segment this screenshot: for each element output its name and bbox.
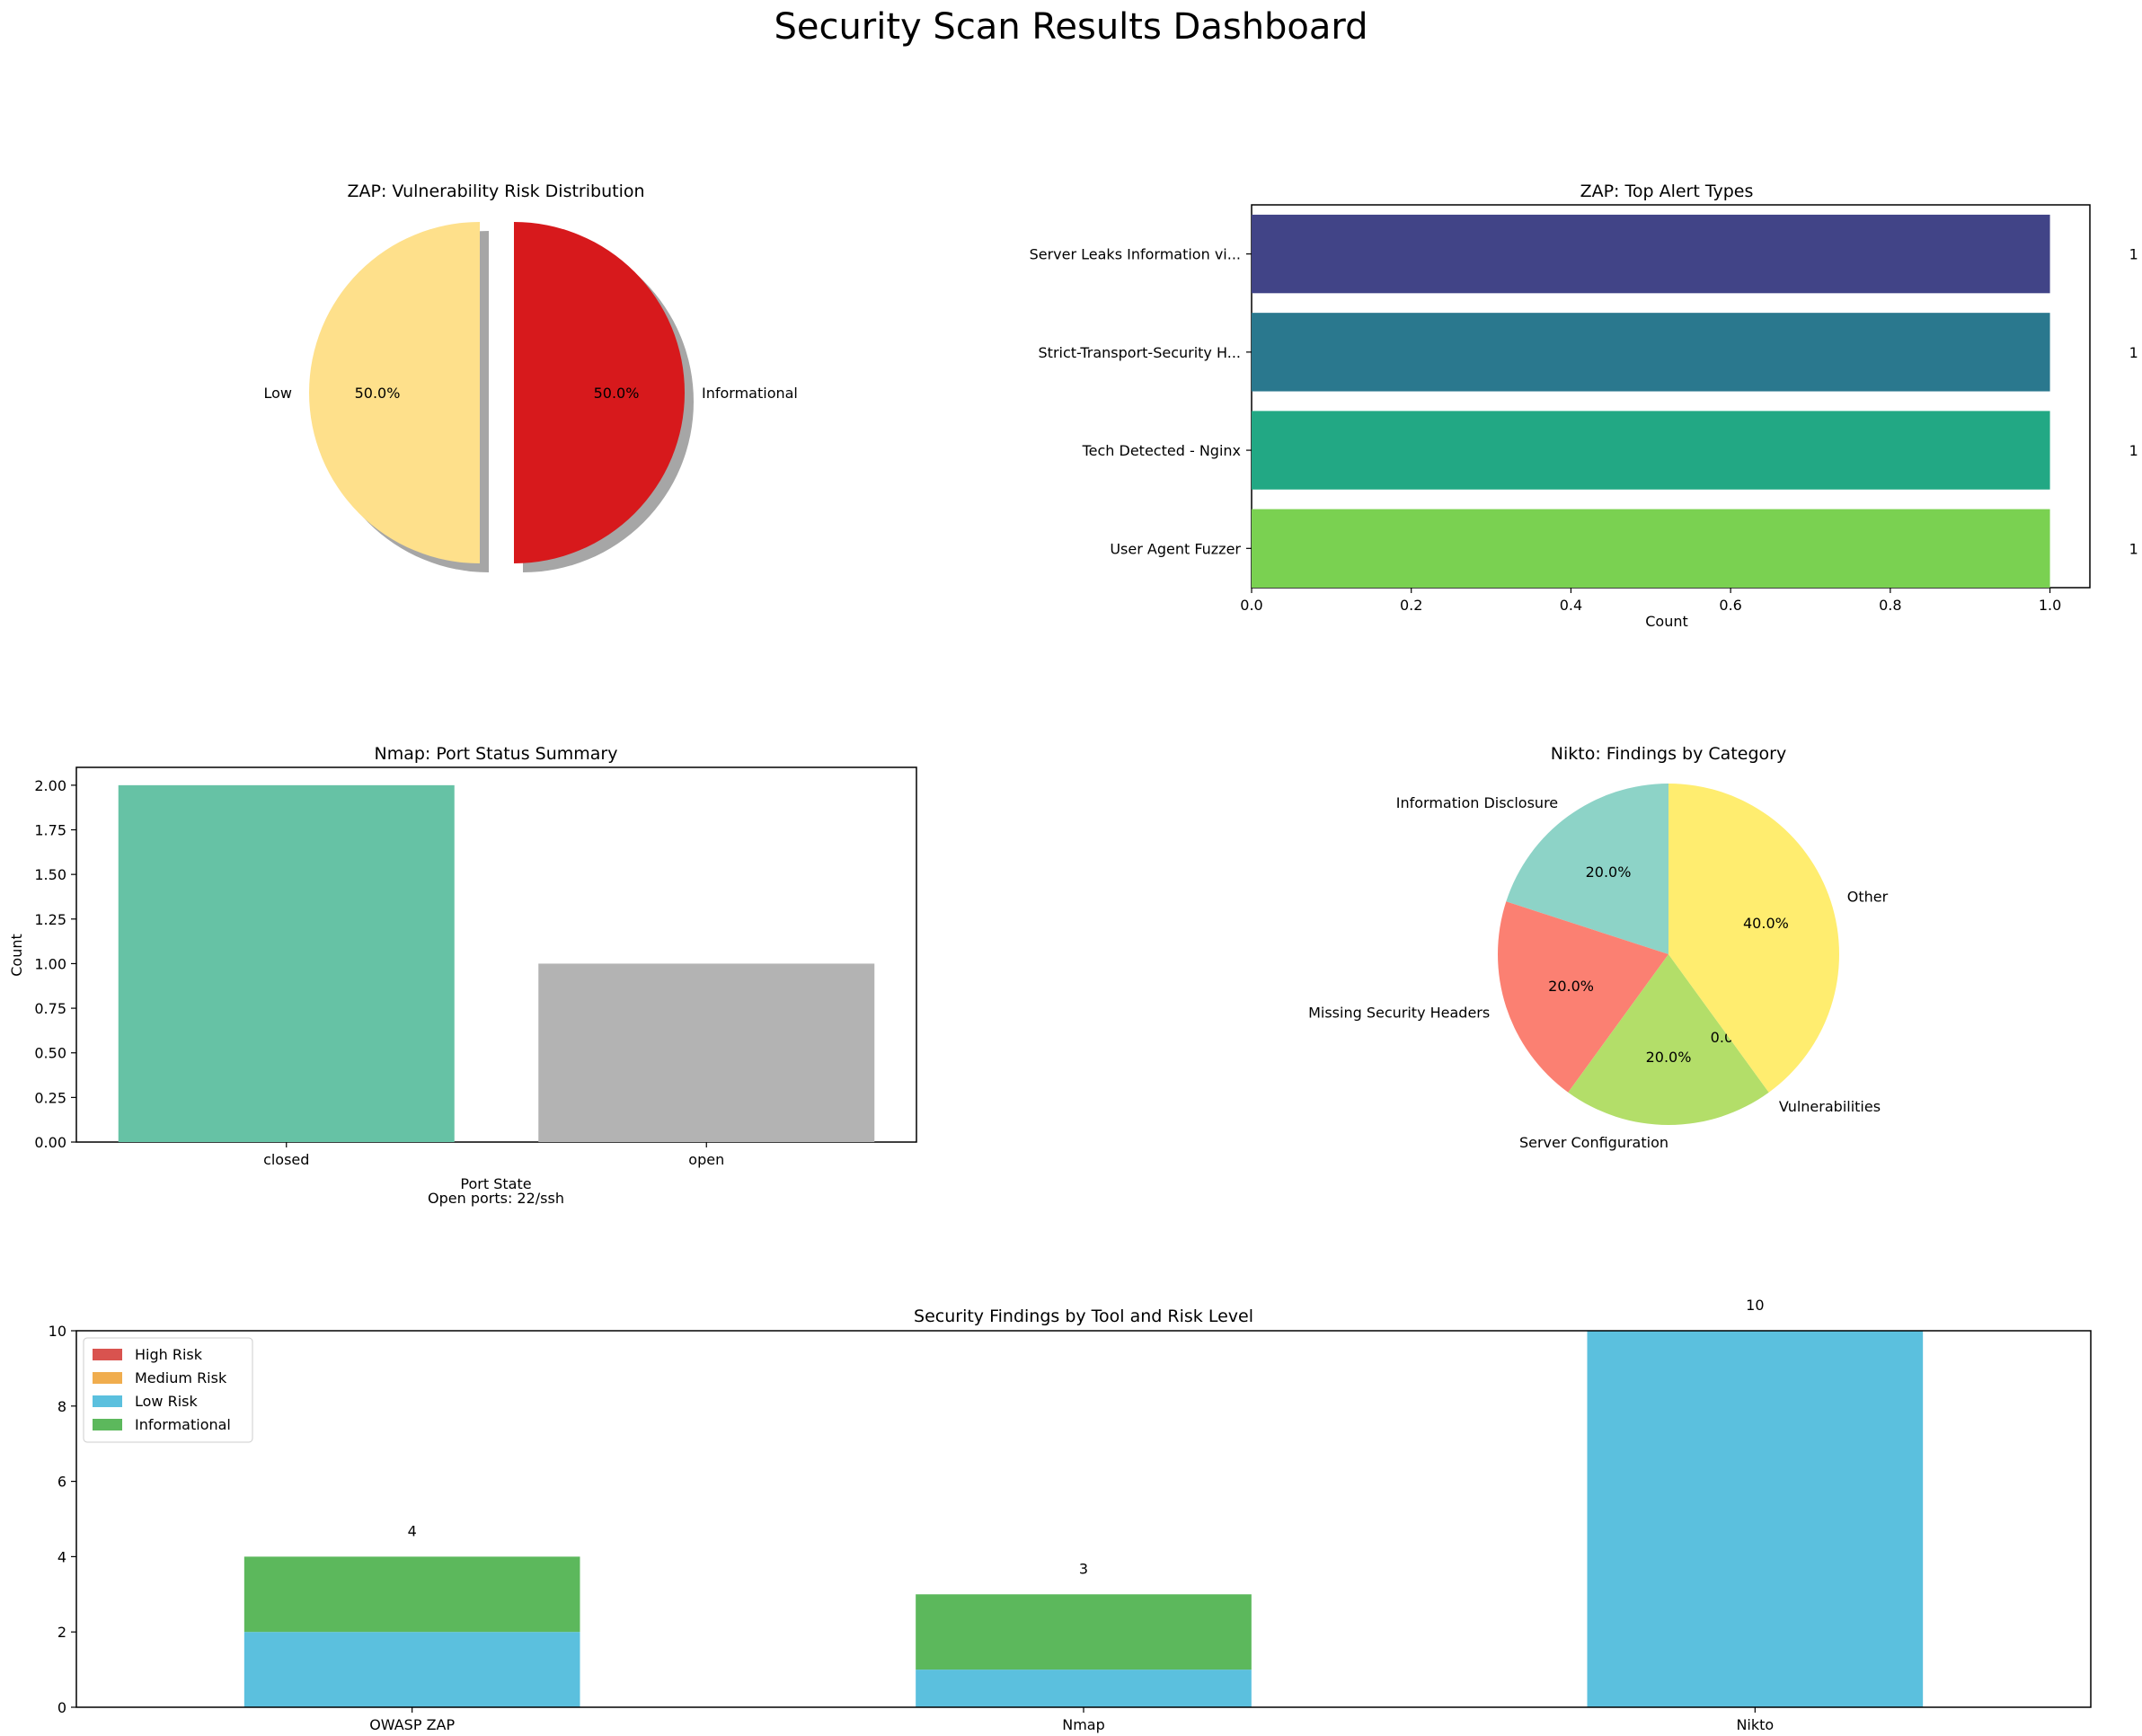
- findings-ytick-label-2: 2: [58, 1624, 66, 1641]
- nikto-label-other: Other: [1847, 888, 1889, 905]
- alert-bar-server-leaks-information-vi: [1252, 214, 2050, 294]
- nikto-categories-pie-panel: Nikto: Findings by Category Information …: [1308, 744, 1889, 1151]
- nmap-bar-open: [538, 963, 875, 1142]
- total-label-owasp-zap: 4: [408, 1522, 417, 1539]
- nmap-ytick-label-0-50: 0.50: [34, 1045, 66, 1062]
- alert-xtick-label-1-0: 1.0: [2039, 597, 2061, 614]
- legend-swatch-low-risk: [93, 1395, 122, 1407]
- alert-value-label-user-agent-fuzzer: 1: [2129, 540, 2138, 557]
- legend-swatch-medium-risk: [93, 1372, 122, 1384]
- pie-pct-low: 50.0%: [355, 385, 401, 402]
- nmap-port-status-title: Nmap: Port Status Summary: [375, 744, 618, 764]
- nikto-label-information-disclosure: Information Disclosure: [1396, 794, 1558, 811]
- findings-legend: High Risk Medium Risk Low Risk Informationa…: [83, 1337, 253, 1443]
- nmap-ytick-label-0-75: 0.75: [34, 1000, 66, 1017]
- tool-label-nmap: Nmap: [1062, 1716, 1105, 1733]
- legend-swatch-high-risk: [93, 1349, 122, 1360]
- nmap-category-label-closed: closed: [263, 1151, 309, 1168]
- stack-informational-owasp-zap: [243, 1556, 580, 1633]
- nmap-ytick-label-0-00: 0.00: [34, 1134, 66, 1151]
- alert-category-label-strict-transport-security-h: Strict-Transport-Security H...: [1039, 344, 1241, 361]
- alert-category-label-server-leaks-information-vi: Server Leaks Information vi...: [1030, 246, 1241, 263]
- tool-label-owasp-zap: OWASP ZAP: [369, 1716, 455, 1733]
- pie-label-informational: Informational: [702, 385, 798, 402]
- alert-value-label-tech-detected-nginx: 1: [2129, 442, 2138, 459]
- zap-alert-types-xlabel: Count: [1645, 613, 1688, 630]
- alert-bar-user-agent-fuzzer: [1252, 509, 2050, 588]
- nmap-ylabel: Count: [8, 934, 25, 977]
- alert-category-label-tech-detected-nginx: Tech Detected - Nginx: [1082, 442, 1241, 459]
- nikto-pct-server-configuration: 20.0%: [1646, 1049, 1692, 1066]
- findings-ytick-label-8: 8: [58, 1398, 66, 1415]
- nmap-ytick-label-1-25: 1.25: [34, 911, 66, 928]
- findings-ytick-label-0: 0: [58, 1699, 66, 1716]
- alert-xtick-label-0-6: 0.6: [1719, 597, 1741, 614]
- nikto-label-vulnerabilities: Vulnerabilities: [1779, 1098, 1881, 1115]
- alert-xtick-label-0-2: 0.2: [1400, 597, 1422, 614]
- nmap-ytick-label-1-50: 1.50: [34, 866, 66, 883]
- nmap-ytick-label-1-00: 1.00: [34, 955, 66, 972]
- nikto-pct-information-disclosure: 20.0%: [1586, 864, 1632, 881]
- legend-label-informational: Informational: [135, 1416, 231, 1433]
- stack-informational-nmap: [916, 1594, 1252, 1670]
- alert-value-label-server-leaks-information-vi: 1: [2129, 246, 2138, 263]
- findings-ytick-label-10: 10: [49, 1323, 66, 1340]
- nikto-pct-other: 40.0%: [1743, 915, 1789, 932]
- legend-label-high-risk: High Risk: [135, 1346, 203, 1363]
- zap-risk-pie-panel: ZAP: Vulnerability Risk Distribution Low…: [263, 182, 798, 572]
- alert-bar-tech-detected-nginx: [1252, 411, 2050, 490]
- nmap-ytick-label-2-00: 2.00: [34, 777, 66, 794]
- legend-label-low-risk: Low Risk: [135, 1393, 198, 1410]
- nikto-label-server-configuration: Server Configuration: [1519, 1134, 1668, 1151]
- findings-by-tool-title: Security Findings by Tool and Risk Level: [914, 1306, 1253, 1326]
- dashboard-figure: Security Scan Results Dashboard ZAP: Vul…: [8, 6, 2138, 1733]
- alert-category-label-user-agent-fuzzer: User Agent Fuzzer: [1110, 540, 1241, 557]
- alert-xtick-label-0-8: 0.8: [1879, 597, 1901, 614]
- nikto-pct-missing-security-headers: 20.0%: [1548, 978, 1594, 995]
- zap-risk-pie-title: ZAP: Vulnerability Risk Distribution: [347, 182, 644, 201]
- findings-by-tool-panel: Security Findings by Tool and Risk Level…: [49, 1297, 2092, 1733]
- total-label-nikto: 10: [1746, 1297, 1764, 1314]
- alert-xtick-label-0-4: 0.4: [1560, 597, 1582, 614]
- alert-xtick-label-0-0: 0.0: [1240, 597, 1262, 614]
- nmap-bar-closed: [118, 784, 455, 1142]
- dashboard-title: Security Scan Results Dashboard: [774, 6, 1368, 48]
- stack-low-risk-nikto: [1587, 1331, 1924, 1707]
- nmap-ytick-label-0-25: 0.25: [34, 1089, 66, 1106]
- pie-label-low: Low: [263, 385, 292, 402]
- zap-alert-types-panel: ZAP: Top Alert Types Count Server Leaks …: [1030, 182, 2138, 630]
- legend-label-medium-risk: Medium Risk: [135, 1369, 227, 1386]
- alert-bar-strict-transport-security-h: [1252, 313, 2050, 392]
- alert-value-label-strict-transport-security-h: 1: [2129, 344, 2138, 361]
- findings-ytick-label-6: 6: [58, 1474, 66, 1491]
- legend-swatch-informational: [93, 1419, 122, 1430]
- stack-low-risk-owasp-zap: [243, 1632, 580, 1707]
- nikto-categories-title: Nikto: Findings by Category: [1551, 744, 1786, 764]
- nmap-category-label-open: open: [688, 1151, 724, 1168]
- tool-label-nikto: Nikto: [1736, 1716, 1774, 1733]
- nikto-label-missing-security-headers: Missing Security Headers: [1308, 1005, 1490, 1022]
- stack-low-risk-nmap: [916, 1670, 1252, 1707]
- nmap-port-status-panel: Nmap: Port Status Summary Port State Ope…: [8, 744, 917, 1207]
- pie-pct-informational: 50.0%: [594, 385, 640, 402]
- nmap-ytick-label-1-75: 1.75: [34, 822, 66, 839]
- zap-alert-types-title: ZAP: Top Alert Types: [1580, 182, 1754, 201]
- nmap-open-ports-note: Open ports: 22/ssh: [428, 1190, 564, 1207]
- total-label-nmap: 3: [1079, 1560, 1088, 1577]
- findings-ytick-label-4: 4: [58, 1548, 66, 1565]
